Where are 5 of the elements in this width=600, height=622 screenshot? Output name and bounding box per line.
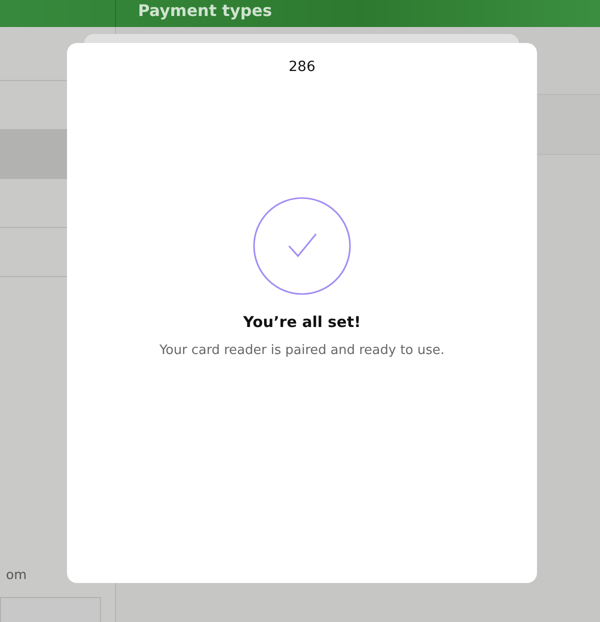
success-message: Your card reader is paired and ready to use. (159, 343, 445, 358)
page-title: Payment types (137, 0, 272, 20)
dialog-title: 286 (288, 59, 316, 75)
success-heading: You’re all set! (243, 313, 361, 331)
sidebar-text: om (5, 568, 28, 585)
